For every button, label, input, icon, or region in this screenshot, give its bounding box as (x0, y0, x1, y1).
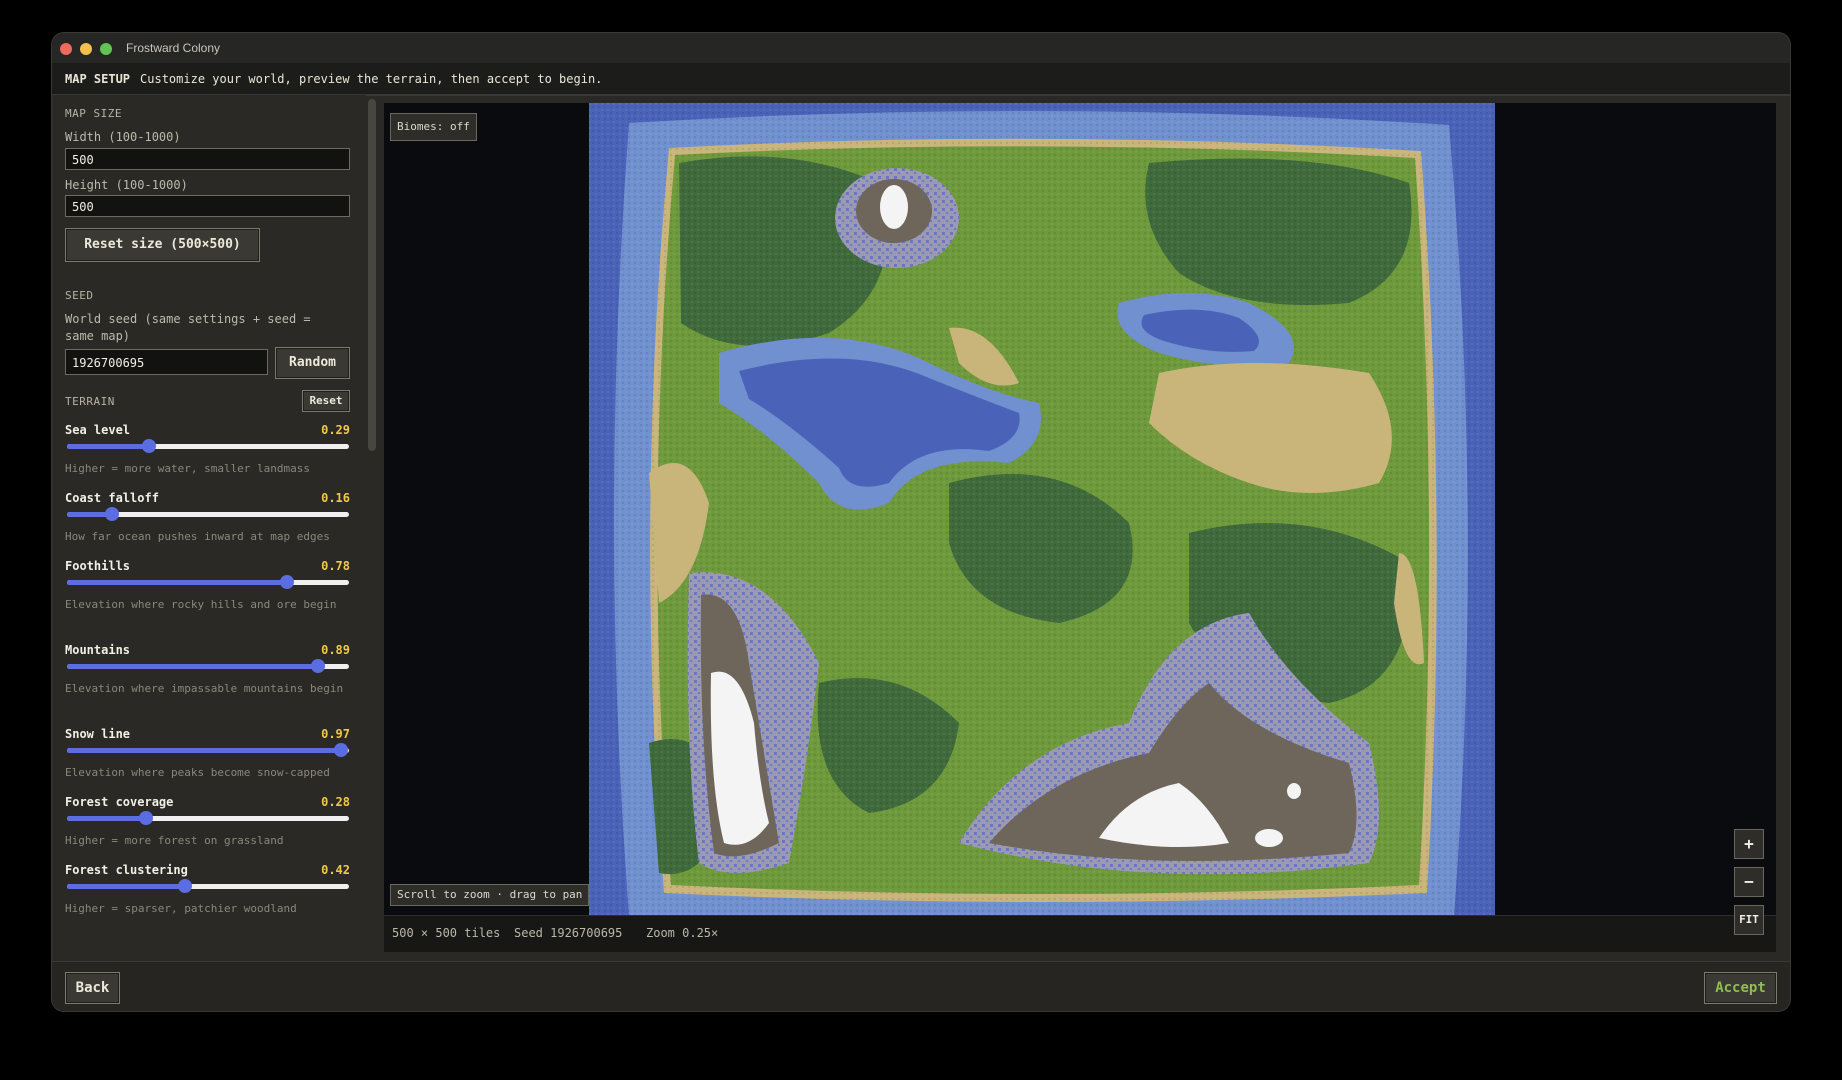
slider-thumb[interactable] (105, 507, 120, 521)
seed-status: Seed 1926700695 (514, 926, 623, 940)
fit-map-button[interactable]: FIT (1734, 905, 1764, 935)
map-preview-panel[interactable]: Biomes: off Scroll to zoom · drag to pan… (384, 103, 1776, 952)
slider-thumb[interactable] (138, 811, 153, 825)
slider-track[interactable] (67, 575, 349, 589)
settings-sidebar: MAP SIZE Width (100-1000) 500 Height (10… (52, 95, 366, 961)
title-bar: Frostward Colony (52, 33, 1790, 64)
snow-southeast-peak (1255, 829, 1283, 847)
seed-title: SEED (65, 289, 94, 302)
slider-fill (67, 816, 146, 821)
seed-description: World seed (same settings + seed = same … (65, 312, 311, 343)
width-input[interactable]: 500 (65, 148, 350, 170)
slider-fill (67, 444, 149, 449)
map-hint-label: Scroll to zoom · drag to pan (390, 884, 590, 906)
slider-label: Forest coverage (65, 795, 174, 809)
slider-description: Higher = more forest on grassland (65, 834, 284, 847)
slider-description: Elevation where impassable mountains beg… (65, 682, 344, 695)
height-label: Height (100-1000) (65, 178, 188, 192)
app-window: Frostward Colony MAP SETUP Customize your… (52, 33, 1790, 1011)
reset-size-button[interactable]: Reset size (500×500) (65, 228, 260, 262)
reset-terrain-button[interactable]: Reset (302, 390, 350, 412)
zoom-status: Zoom 0.25× (646, 926, 719, 940)
terrain-title: TERRAIN (65, 395, 115, 408)
slider-fill (67, 580, 287, 585)
slider-thumb[interactable] (279, 575, 294, 589)
slider-value: 0.42 (321, 863, 350, 877)
snow-north (880, 185, 908, 229)
slider-label: Foothills (65, 559, 131, 573)
zoom-in-button[interactable]: + (1734, 829, 1764, 859)
window-title: Frostward Colony (126, 41, 221, 55)
slider-description: Elevation where rocky hills and ore begi… (65, 598, 337, 611)
slider-track[interactable] (67, 439, 349, 453)
slider-description: Elevation where peaks become snow-capped (65, 766, 330, 779)
slider-track[interactable] (67, 743, 349, 757)
slider-description: How far ocean pushes inward at map edges (65, 530, 330, 543)
slider-value: 0.78 (321, 559, 350, 573)
map-canvas[interactable]: Biomes: off Scroll to zoom · drag to pan… (384, 103, 1776, 915)
slider-label: Snow line (65, 727, 131, 741)
sidebar-scrollbar[interactable] (368, 99, 376, 451)
height-input[interactable]: 500 (65, 195, 350, 217)
slider-fill (67, 748, 341, 753)
slider-thumb[interactable] (333, 743, 348, 757)
slider-track[interactable] (67, 507, 349, 521)
slider-fill (67, 664, 318, 669)
slider-track[interactable] (67, 879, 349, 893)
maximize-window-icon[interactable] (100, 43, 112, 55)
seed-input[interactable]: 1926700695 (65, 349, 268, 375)
random-seed-button[interactable]: Random (275, 347, 350, 379)
width-label: Width (100-1000) (65, 130, 181, 144)
accept-button[interactable]: Accept (1704, 972, 1777, 1004)
slider-thumb[interactable] (141, 439, 156, 453)
map-size-status: 500 × 500 tiles (392, 926, 501, 940)
slider-value: 0.89 (321, 643, 350, 657)
slider-value: 0.28 (321, 795, 350, 809)
setup-instructions: Customize your world, preview the terrai… (140, 72, 603, 86)
close-window-icon[interactable] (60, 43, 72, 55)
slider-description: Higher = sparser, patchier woodland (65, 902, 297, 915)
zoom-out-button[interactable]: − (1734, 867, 1764, 897)
minimize-window-icon[interactable] (80, 43, 92, 55)
slider-label: Sea level (65, 423, 131, 437)
slider-value: 0.97 (321, 727, 350, 741)
slider-track[interactable] (67, 811, 349, 825)
slider-label: Forest clustering (65, 863, 188, 877)
slider-value: 0.16 (321, 491, 350, 505)
slider-description: Higher = more water, smaller landmass (65, 462, 311, 475)
back-button[interactable]: Back (65, 972, 120, 1004)
slider-fill (67, 884, 186, 889)
setup-tag: MAP SETUP (65, 72, 131, 86)
setup-header: MAP SETUP Customize your world, preview t… (52, 64, 1790, 96)
biomes-toggle-button[interactable]: Biomes: off (390, 113, 477, 141)
slider-track[interactable] (67, 659, 349, 673)
terrain-preview-map[interactable] (589, 103, 1495, 915)
slider-label: Mountains (65, 643, 131, 657)
map-status-bar: 500 × 500 tiles Seed 1926700695 Zoom 0.2… (384, 915, 1776, 952)
slider-thumb[interactable] (310, 659, 325, 673)
slider-thumb[interactable] (178, 879, 193, 893)
slider-value: 0.29 (321, 423, 350, 437)
footer-bar: Back Accept (52, 961, 1790, 1011)
map-size-title: MAP SIZE (65, 107, 122, 120)
slider-label: Coast falloff (65, 491, 159, 505)
snow-southeast-peak-small (1287, 783, 1301, 799)
